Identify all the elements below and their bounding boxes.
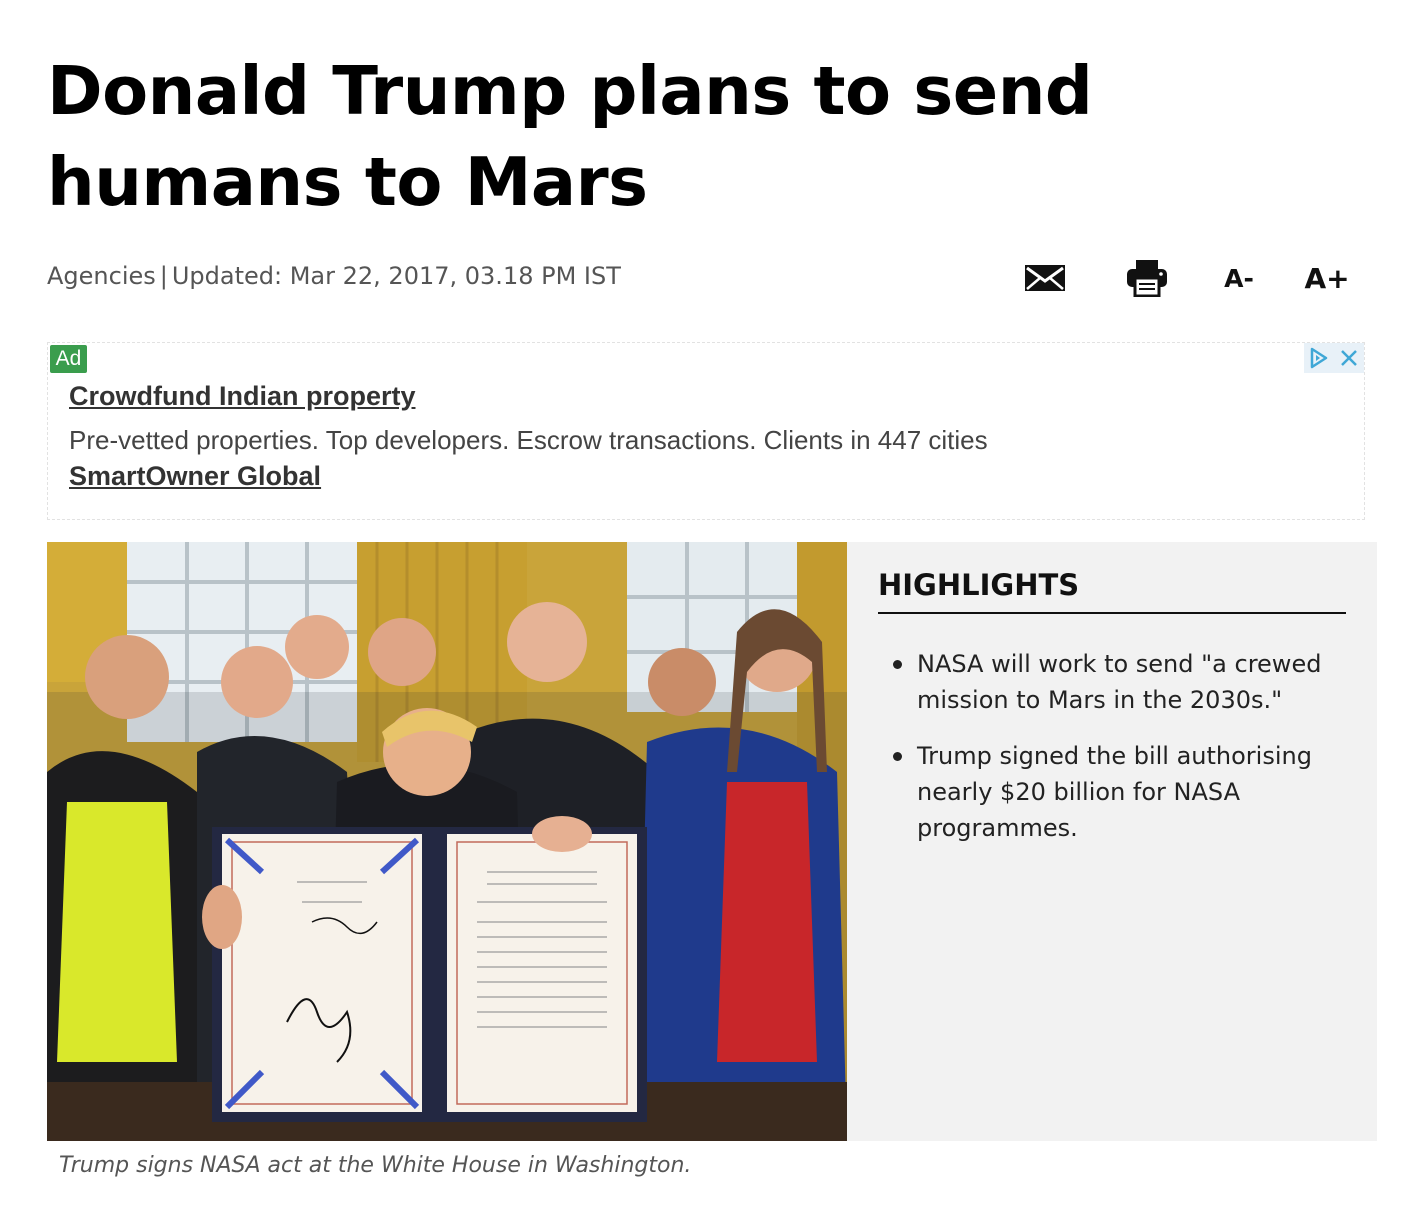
- print-button[interactable]: [1125, 258, 1169, 298]
- ad-sponsor-link[interactable]: SmartOwner Global: [69, 461, 321, 492]
- highlights-panel: HIGHLIGHTS NASA will work to send "a cre…: [847, 542, 1377, 1141]
- printer-icon: [1127, 260, 1167, 297]
- ad-title-link[interactable]: Crowdfund Indian property: [69, 381, 415, 412]
- byline: Agencies | Updated: Mar 22, 2017, 03.18 PM…: [47, 262, 621, 290]
- mail-icon: [1025, 265, 1065, 291]
- ad-controls: [1304, 343, 1364, 373]
- highlight-text: Trump signed the bill authorising nearly…: [917, 742, 1312, 842]
- byline-updated: Updated: Mar 22, 2017, 03.18 PM IST: [171, 262, 621, 290]
- bullet-icon: [893, 660, 902, 669]
- article-photo-image: [47, 542, 847, 1141]
- highlight-text: NASA will work to send "a crewed mission…: [917, 650, 1322, 714]
- article-headline: Donald Trump plans to send humans to Mar…: [47, 52, 1093, 221]
- article-meta-row: Agencies | Updated: Mar 22, 2017, 03.18 PM…: [47, 258, 1367, 298]
- byline-separator: |: [159, 262, 168, 290]
- font-increase-button[interactable]: A+: [1304, 258, 1349, 298]
- font-decrease-button[interactable]: A-: [1219, 258, 1259, 298]
- email-button[interactable]: [1023, 258, 1067, 298]
- article-photo: [47, 542, 847, 1141]
- ad-banner[interactable]: Ad Crowdfund Indian property Pre-vetted …: [47, 342, 1365, 520]
- highlight-item: NASA will work to send "a crewed mission…: [889, 646, 1349, 718]
- ad-close-button[interactable]: [1334, 343, 1364, 373]
- ad-description: Pre-vetted properties. Top developers. E…: [69, 425, 988, 455]
- adchoices-icon: [1310, 347, 1328, 369]
- byline-source: Agencies: [47, 262, 156, 290]
- ad-badge: Ad: [50, 345, 87, 373]
- highlight-item: Trump signed the bill authorising nearly…: [889, 738, 1349, 846]
- bullet-icon: [893, 752, 902, 761]
- adchoices-button[interactable]: [1304, 343, 1334, 373]
- highlights-list: NASA will work to send "a crewed mission…: [889, 646, 1349, 866]
- highlights-title: HIGHLIGHTS: [878, 568, 1346, 614]
- photo-caption: Trump signs NASA act at the White House …: [59, 1153, 692, 1178]
- close-icon: [1341, 350, 1357, 366]
